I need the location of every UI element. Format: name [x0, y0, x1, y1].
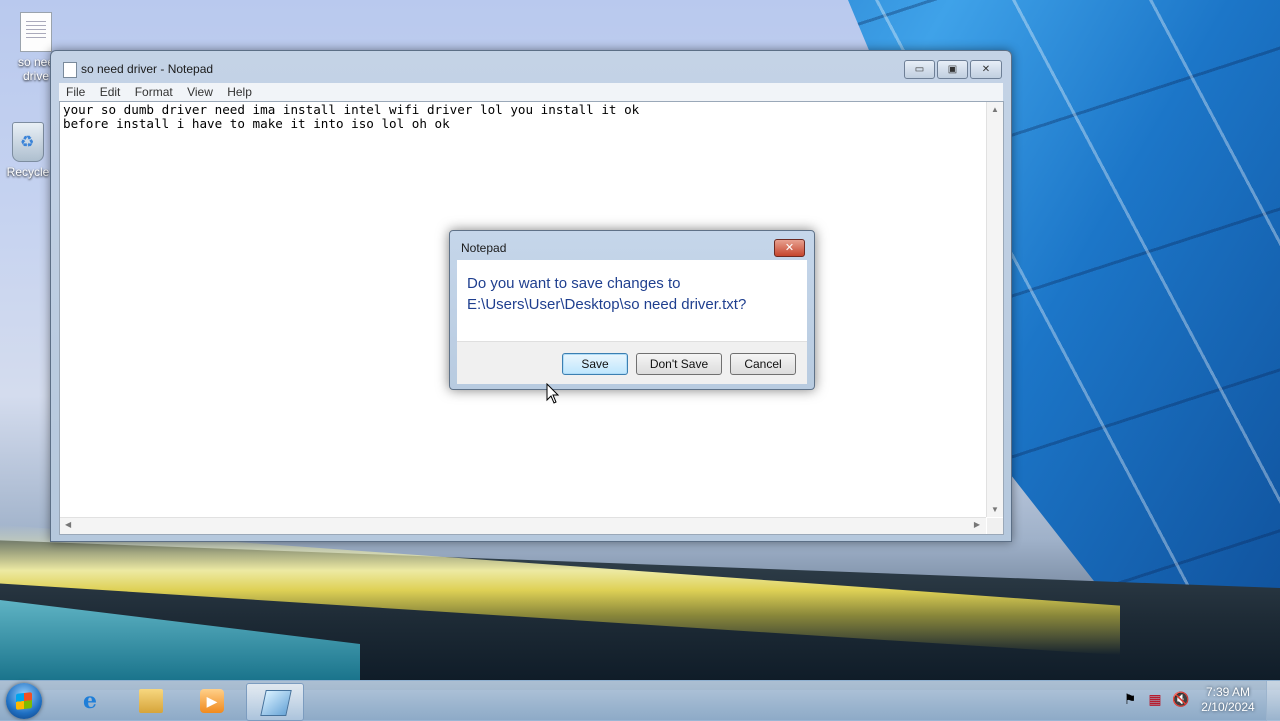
close-button[interactable]: ✕: [970, 60, 1002, 79]
dont-save-button[interactable]: Don't Save: [636, 353, 722, 375]
dialog-button-row: Save Don't Save Cancel: [457, 341, 807, 384]
clock-date: 2/10/2024: [1201, 700, 1255, 714]
notepad-app-icon: [63, 62, 77, 78]
dialog-body: Do you want to save changes to E:\Users\…: [457, 260, 807, 341]
cancel-button[interactable]: Cancel: [730, 353, 796, 375]
window-titlebar[interactable]: so need driver - Notepad ▭ ▣ ✕: [51, 51, 1011, 87]
menu-file[interactable]: File: [66, 83, 85, 101]
clock-time: 7:39 AM: [1205, 685, 1251, 699]
taskbar-internet-explorer[interactable]: e: [62, 683, 118, 719]
scroll-down-arrow-icon[interactable]: ▼: [991, 505, 999, 514]
maximize-button[interactable]: ▣: [937, 60, 968, 79]
dialog-message-line1: Do you want to save changes to: [467, 275, 681, 292]
dialog-title: Notepad: [461, 241, 507, 255]
horizontal-scrollbar[interactable]: ◀ ▶: [60, 517, 986, 534]
start-button[interactable]: [6, 683, 42, 719]
windows-logo-icon: [16, 692, 32, 710]
menu-edit[interactable]: Edit: [100, 83, 121, 101]
document-text[interactable]: your so dumb driver need ima install int…: [63, 103, 639, 131]
folder-icon: [139, 689, 163, 713]
minimize-button[interactable]: ▭: [904, 60, 935, 79]
save-button[interactable]: Save: [562, 353, 628, 375]
media-player-icon: ▶: [200, 689, 224, 713]
scroll-left-arrow-icon[interactable]: ◀: [65, 520, 71, 529]
ie-icon: e: [83, 688, 97, 714]
save-changes-dialog: Notepad ✕ Do you want to save changes to…: [449, 230, 815, 390]
menu-view[interactable]: View: [187, 83, 213, 101]
text-document-icon: [20, 12, 52, 52]
volume-muted-icon[interactable]: 🔇: [1172, 691, 1189, 707]
recycle-bin-icon: [12, 122, 44, 162]
taskbar: e ▶ ⚑ ▦ 🔇 7:39 AM 2/10/2024: [0, 680, 1280, 721]
dialog-message: Do you want to save changes to E:\Users\…: [467, 273, 746, 315]
scroll-right-arrow-icon[interactable]: ▶: [974, 520, 980, 529]
taskbar-windows-explorer[interactable]: [123, 683, 179, 719]
taskbar-notepad[interactable]: [246, 683, 304, 721]
show-desktop-button[interactable]: [1266, 681, 1280, 721]
resize-grip-icon[interactable]: [987, 518, 1003, 534]
system-clock[interactable]: 7:39 AM 2/10/2024: [1196, 685, 1260, 715]
network-icon[interactable]: ▦: [1147, 691, 1163, 707]
vertical-scrollbar[interactable]: ▲ ▼: [986, 102, 1003, 517]
action-center-flag-icon[interactable]: ⚑: [1122, 691, 1138, 707]
menu-format[interactable]: Format: [135, 83, 173, 101]
dialog-message-line2: E:\Users\User\Desktop\so need driver.txt…: [467, 296, 747, 313]
window-title: so need driver - Notepad: [81, 62, 214, 76]
scroll-up-arrow-icon[interactable]: ▲: [991, 105, 999, 114]
notepad-icon: [260, 690, 292, 716]
menu-help[interactable]: Help: [227, 83, 252, 101]
dialog-close-button[interactable]: ✕: [774, 239, 805, 257]
menu-bar: File Edit Format View Help: [59, 83, 1003, 101]
taskbar-media-player[interactable]: ▶: [184, 683, 240, 719]
